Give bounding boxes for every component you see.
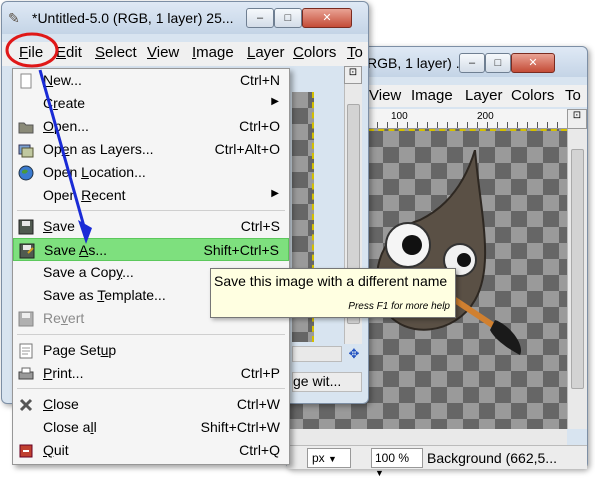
zoom-dropdown-icon: ▼ [375,468,384,478]
back-menu-tools[interactable]: To [565,87,581,104]
menu-item-print-label: Print... [43,365,84,381]
back-horizontal-scrollbar[interactable] [287,429,567,445]
menu-item-quit-label: Quit [43,442,69,458]
menu-item-close-shortcut: Ctrl+W [236,396,280,412]
menu-image[interactable]: Image [192,44,234,61]
back-ruler-corner-button[interactable]: ⊡ [567,109,587,129]
zoom-select[interactable]: 100 % ▼ [371,448,423,478]
menu-item-close[interactable]: Close Ctrl+W [13,393,289,416]
close-image-icon [18,397,34,413]
blue-arrow-head [78,220,92,244]
zoom-value: 100 % [375,451,410,465]
revert-icon [18,311,34,327]
wilber-eye-right-pupil [457,253,471,267]
back-maximize-button[interactable]: □ [485,53,511,73]
menu-item-save-a-copy-label: Save a Copy... [43,264,134,280]
back-window-title: RGB, 1 layer) ... [367,55,468,71]
page-setup-icon [18,343,34,359]
menu-tools[interactable]: To [347,44,363,61]
unit-dropdown-icon: ▼ [328,454,337,464]
blue-arrow-annotation [38,69,92,244]
back-menu-layer[interactable]: Layer [465,87,503,104]
tooltip-hint: Press F1 for more help [348,301,450,312]
print-icon [18,366,34,382]
back-minimize-button[interactable]: – [459,53,485,73]
menu-separator [17,334,285,335]
navigate-button[interactable]: ✥ [346,346,362,362]
blue-arrow-line [38,69,87,231]
back-status-bar: px ▼ 100 % ▼ Background (662,5... [287,445,587,478]
gimp-app-icon: ✎ [8,10,20,26]
menu-item-print[interactable]: Print... Ctrl+P [13,362,289,385]
menu-layer[interactable]: Layer [247,44,285,61]
menu-item-save-as-template-label: Save as Template... [43,287,166,303]
front-maximize-button[interactable]: □ [274,8,302,28]
menu-item-close-all-label: Close all [43,419,97,435]
front-close-button[interactable]: ✕ [302,8,352,28]
front-ruler-corner-button[interactable]: ⊡ [344,66,362,84]
submenu-arrow-icon: ▶ [271,96,279,107]
front-status-text: ge wit... [292,372,362,392]
tooltip-text: Save this image with a different name [214,273,448,289]
back-scrollbar-thumb[interactable] [571,149,584,389]
menu-colors[interactable]: Colors [293,44,336,61]
menu-item-save-shortcut: Ctrl+S [240,218,280,234]
front-status-fragment: ge wit... [293,373,342,389]
menu-item-quit[interactable]: Quit Ctrl+Q [13,439,289,462]
menu-item-print-shortcut: Ctrl+P [240,365,280,381]
menu-separator [17,388,285,389]
ruler-label-200: 200 [477,111,494,122]
tooltip: Save this image with a different name Pr… [210,268,456,318]
menu-item-close-label: Close [43,396,79,412]
quit-icon [18,443,34,459]
submenu-arrow-icon: ▶ [271,188,279,199]
back-menu-colors[interactable]: Colors [511,87,554,104]
menu-item-open-shortcut: Ctrl+O [239,118,280,134]
front-horizontal-scrollbar[interactable] [292,346,342,362]
back-close-button[interactable]: ✕ [511,53,555,73]
back-menu-image[interactable]: Image [411,87,453,104]
ruler-label-100: 100 [391,111,408,122]
menu-view[interactable]: View [147,44,179,61]
layer-info: Background (662,5... [427,450,557,466]
menu-item-new-shortcut: Ctrl+N [239,72,280,88]
menu-item-close-all[interactable]: Close all Shift+Ctrl+W [13,416,289,439]
unit-value: px [312,451,325,465]
menu-item-page-setup[interactable]: Page Setup [13,339,289,362]
menu-item-revert-label: Revert [43,310,85,326]
wilber-mascot-illustration [376,150,521,355]
back-vertical-scrollbar[interactable] [567,129,587,429]
wilber-brush-tip [490,320,521,355]
back-menu-view[interactable]: View [369,87,401,104]
menu-item-quit-shortcut: Ctrl+Q [239,442,280,458]
front-window-title: *Untitled-5.0 (RGB, 1 layer) 25... [32,10,234,26]
front-minimize-button[interactable]: – [246,8,274,28]
menu-item-page-setup-label: Page Setup [43,342,117,358]
menu-select[interactable]: Select [95,44,137,61]
wilber-eye-left-pupil [402,235,422,255]
unit-select[interactable]: px ▼ [307,448,351,468]
menu-item-open-as-layers-shortcut: Ctrl+Alt+O [214,141,280,157]
menu-item-save-as-shortcut: Shift+Ctrl+S [203,242,279,258]
menu-item-close-all-shortcut: Shift+Ctrl+W [200,419,280,435]
